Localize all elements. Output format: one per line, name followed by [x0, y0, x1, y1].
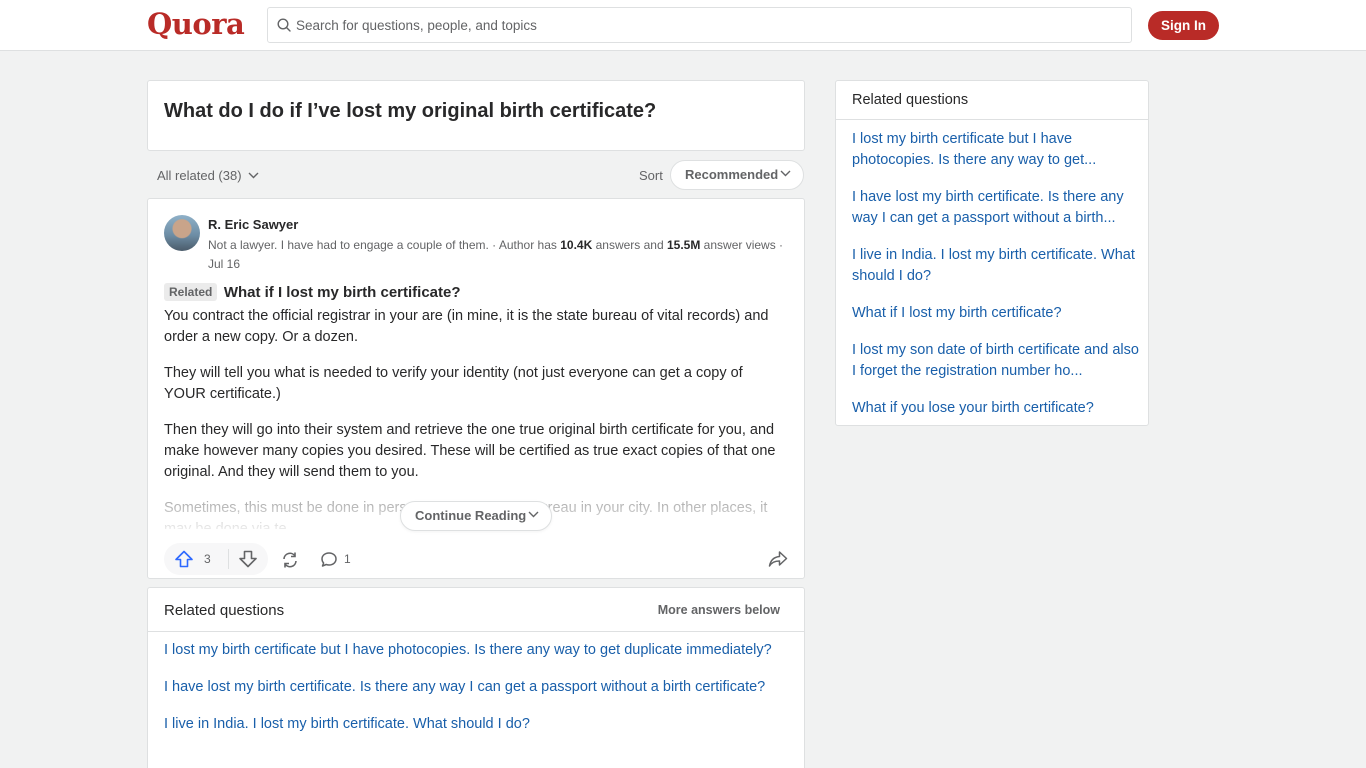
sign-in-button[interactable]: Sign In: [1148, 11, 1219, 40]
search-box[interactable]: [267, 7, 1132, 43]
more-answers-below-link[interactable]: More answers below: [658, 603, 780, 617]
sidebar-question-list: I lost my birth certificate but I have p…: [852, 129, 1140, 435]
sidebar-related-questions: Related questions I lost my birth certif…: [835, 80, 1149, 426]
continue-reading-label: Continue Reading: [415, 508, 527, 523]
views-count: 15.5M: [666, 238, 701, 252]
vote-divider: [228, 549, 229, 569]
sidebar-question-link[interactable]: I lost my birth certificate but I have p…: [852, 129, 1140, 171]
comment-icon[interactable]: [320, 551, 338, 568]
author-avatar[interactable]: [164, 215, 200, 251]
upvote-icon[interactable]: [174, 550, 194, 568]
related-questions-title: Related questions: [164, 602, 285, 619]
related-question-row[interactable]: Related What if I lost my birth certific…: [164, 283, 461, 303]
sidebar-question-link[interactable]: I have lost my birth certificate. Is the…: [852, 187, 1140, 229]
answer-paragraph: Then they will go into their system and …: [164, 422, 776, 480]
chevron-down-icon: [248, 172, 259, 179]
downvote-icon[interactable]: [238, 550, 258, 568]
answers-label: answers and: [592, 238, 667, 252]
all-related-dropdown[interactable]: All related (38): [157, 168, 259, 183]
vote-group: 3: [164, 543, 268, 575]
sidebar-question-link[interactable]: What if you lose your birth certificate?: [852, 398, 1140, 419]
share-icon[interactable]: [768, 550, 788, 568]
related-badge: Related: [164, 283, 218, 301]
credential-text: Not a lawyer. I have had to engage a cou…: [208, 238, 561, 252]
related-question-link[interactable]: I live in India. I lost my birth certifi…: [164, 714, 794, 735]
sidebar-question-link[interactable]: I lost my son date of birth certificate …: [852, 340, 1140, 382]
answer-filter-bar: All related (38) Sort Recommended: [147, 160, 805, 190]
related-questions-card: Related questions More answers below I l…: [147, 587, 805, 768]
continue-reading-button[interactable]: Continue Reading: [400, 501, 552, 531]
related-question-link[interactable]: I have lost my birth certificate. Is the…: [164, 677, 794, 698]
quora-logo[interactable]: Quora: [147, 7, 245, 41]
sort-value: Recommended: [685, 167, 779, 182]
reshare-icon[interactable]: [280, 551, 300, 569]
related-questions-header: Related questions More answers below: [148, 588, 804, 632]
related-questions-list: I lost my birth certificate but I have p…: [164, 640, 794, 751]
related-question-link[interactable]: I lost my birth certificate but I have p…: [164, 640, 794, 661]
sidebar-header: Related questions: [836, 81, 1148, 120]
answers-count: 10.4K: [560, 238, 593, 252]
comment-count: 1: [344, 552, 351, 566]
sort-label: Sort: [639, 168, 663, 183]
top-navigation-bar: Quora Sign In: [0, 0, 1366, 51]
sidebar-title: Related questions: [852, 92, 969, 108]
chevron-down-icon: [528, 511, 539, 518]
sort-dropdown[interactable]: Recommended: [670, 160, 804, 190]
author-name[interactable]: R. Eric Sawyer: [208, 217, 298, 232]
sidebar-question-link[interactable]: What if I lost my birth certificate?: [852, 303, 1140, 324]
answer-paragraph: You contract the official registrar in y…: [164, 308, 769, 345]
search-icon: [277, 18, 291, 32]
all-related-label: All related (38): [157, 168, 242, 183]
related-question-title[interactable]: What if I lost my birth certificate?: [224, 284, 461, 301]
search-input[interactable]: [296, 8, 1116, 42]
question-card: What do I do if I’ve lost my original bi…: [147, 80, 805, 151]
answer-card: R. Eric Sawyer Not a lawyer. I have had …: [147, 198, 805, 579]
answer-paragraph: They will tell you what is needed to ver…: [164, 365, 743, 402]
upvote-count: 3: [204, 552, 211, 566]
chevron-down-icon: [780, 170, 791, 177]
question-title: What do I do if I’ve lost my original bi…: [164, 100, 657, 122]
author-credential: Not a lawyer. I have had to engage a cou…: [208, 236, 793, 274]
sidebar-question-link[interactable]: I live in India. I lost my birth certifi…: [852, 245, 1140, 287]
